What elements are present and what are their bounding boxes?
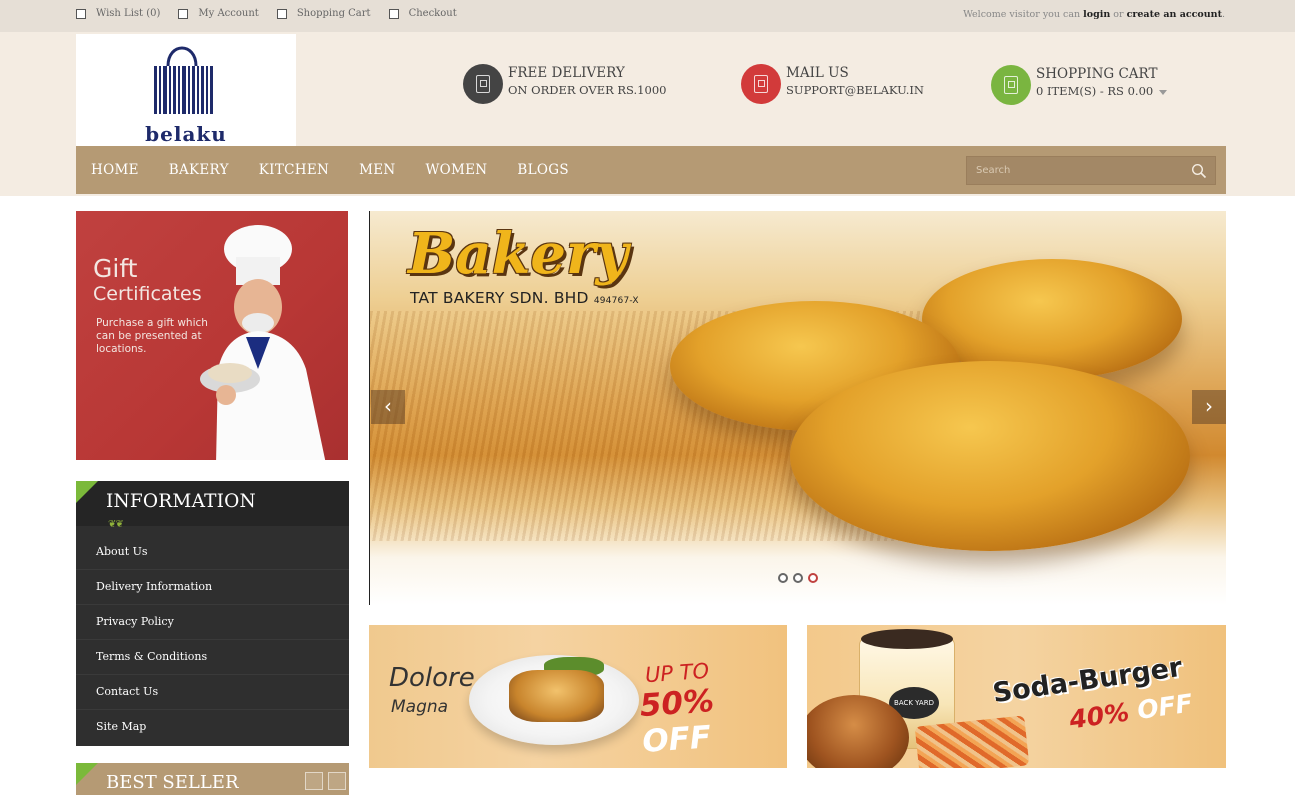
best-seller-prev-button[interactable]	[305, 772, 323, 790]
cart-summary: 0 ITEM(S) - RS 0.00	[1036, 84, 1154, 98]
my-account-link[interactable]: My Account	[178, 8, 259, 19]
wishlist-link[interactable]: Wish List (0)	[76, 8, 160, 19]
shopping-cart-icon	[991, 65, 1031, 105]
slide-brand: Bakery	[408, 221, 629, 287]
food-image	[509, 670, 604, 722]
nav-item-men[interactable]: MEN	[359, 162, 395, 178]
slider-next-button[interactable]: ›	[1192, 390, 1226, 424]
nav-item-kitchen[interactable]: KITCHEN	[259, 162, 329, 178]
slider-dot-3[interactable]	[808, 573, 818, 583]
login-link[interactable]: login	[1083, 9, 1110, 20]
dolore-magna-banner[interactable]: Dolore Magna UP TO 50% OFF	[369, 625, 787, 768]
gift-subtitle: Certificates	[93, 283, 202, 305]
croissant-image	[790, 361, 1190, 551]
nav-item-bakery[interactable]: BAKERY	[169, 162, 229, 178]
gift-title: Gift	[93, 254, 138, 283]
nav-item-home[interactable]: HOME	[91, 162, 139, 178]
slider-pagination	[778, 573, 818, 583]
nav-item-blogs[interactable]: BLOGS	[517, 162, 569, 178]
slider-prev-button[interactable]: ‹	[371, 390, 405, 424]
banner-title: Dolore	[389, 663, 475, 693]
banner-discount: 50% OFF	[638, 683, 716, 761]
shopping-cart-link[interactable]: Shopping Cart	[276, 8, 371, 19]
mail-us-feature: MAIL US SUPPORT@BELAKU.IN	[741, 64, 924, 104]
info-link-terms-conditions[interactable]: Terms & Conditions	[76, 640, 349, 675]
top-links: Wish List (0) My Account Shopping Cart C…	[76, 8, 475, 19]
wishlist-icon	[76, 8, 86, 19]
corner-accent	[76, 481, 98, 503]
hero-slider: Bakery TAT BAKERY SDN. BHD 494767-X ‹ ›	[369, 211, 1226, 605]
leaf-ornament-icon: ❦❦	[108, 519, 124, 530]
delivery-icon	[463, 64, 503, 104]
site-logo[interactable]: belaku	[76, 34, 296, 146]
barcode-bag-icon	[154, 46, 213, 114]
info-link-privacy-policy[interactable]: Privacy Policy	[76, 605, 349, 640]
soda-ice-image	[861, 629, 953, 649]
search-icon[interactable]	[1191, 163, 1207, 179]
account-icon	[178, 8, 189, 19]
slide-company: TAT BAKERY SDN. BHD 494767-X	[410, 289, 639, 307]
gift-certificates-banner[interactable]: Gift Certificates Purchase a gift which …	[76, 211, 348, 460]
slider-dot-1[interactable]	[778, 573, 788, 583]
free-delivery-feature: FREE DELIVERY ON ORDER OVER RS.1000	[463, 64, 667, 104]
chef-image	[200, 225, 326, 460]
info-link-site-map[interactable]: Site Map	[76, 710, 349, 745]
cart-title: SHOPPING CART	[1036, 66, 1158, 82]
banner-subtitle: Magna	[391, 697, 449, 717]
info-link-delivery-information[interactable]: Delivery Information	[76, 570, 349, 605]
soda-burger-banner[interactable]: BACK YARD Soda-Burger 40% OFF	[807, 625, 1226, 768]
welcome-message: Welcome visitor you can login or create …	[963, 9, 1225, 20]
information-title: INFORMATION	[106, 491, 256, 512]
nav-item-women[interactable]: WOMEN	[425, 162, 487, 178]
checkout-icon	[388, 8, 399, 19]
main-nav: HOME BAKERY KITCHEN MEN WOMEN BLOGS	[76, 146, 1226, 194]
logo-text: belaku	[145, 122, 227, 146]
info-link-contact-us[interactable]: Contact Us	[76, 675, 349, 710]
best-seller-title: BEST SELLER	[106, 772, 239, 793]
cart-icon	[276, 8, 287, 19]
mail-address[interactable]: SUPPORT@BELAKU.IN	[786, 81, 924, 99]
slider-dot-2[interactable]	[793, 573, 803, 583]
delivery-title: FREE DELIVERY	[508, 65, 625, 81]
delivery-subtitle: ON ORDER OVER RS.1000	[508, 83, 667, 97]
mail-icon	[741, 64, 781, 104]
best-seller-next-button[interactable]	[328, 772, 346, 790]
corner-accent	[76, 763, 98, 785]
mail-title: MAIL US	[786, 65, 849, 81]
information-header: INFORMATION ❦❦	[76, 481, 349, 530]
search-input[interactable]	[967, 157, 1187, 184]
info-link-about-us[interactable]: About Us	[76, 535, 349, 570]
best-seller-header: BEST SELLER	[76, 763, 349, 795]
information-list: About Us Delivery Information Privacy Po…	[76, 535, 349, 745]
shopping-cart-feature[interactable]: SHOPPING CART 0 ITEM(S) - RS 0.00	[991, 65, 1168, 105]
top-bar: Wish List (0) My Account Shopping Cart C…	[0, 0, 1295, 32]
search-box	[966, 156, 1216, 185]
checkout-link[interactable]: Checkout	[388, 8, 457, 19]
chevron-down-icon[interactable]	[1159, 89, 1168, 95]
create-account-link[interactable]: create an account	[1127, 9, 1222, 20]
information-panel: INFORMATION ❦❦ About Us Delivery Informa…	[76, 481, 349, 746]
